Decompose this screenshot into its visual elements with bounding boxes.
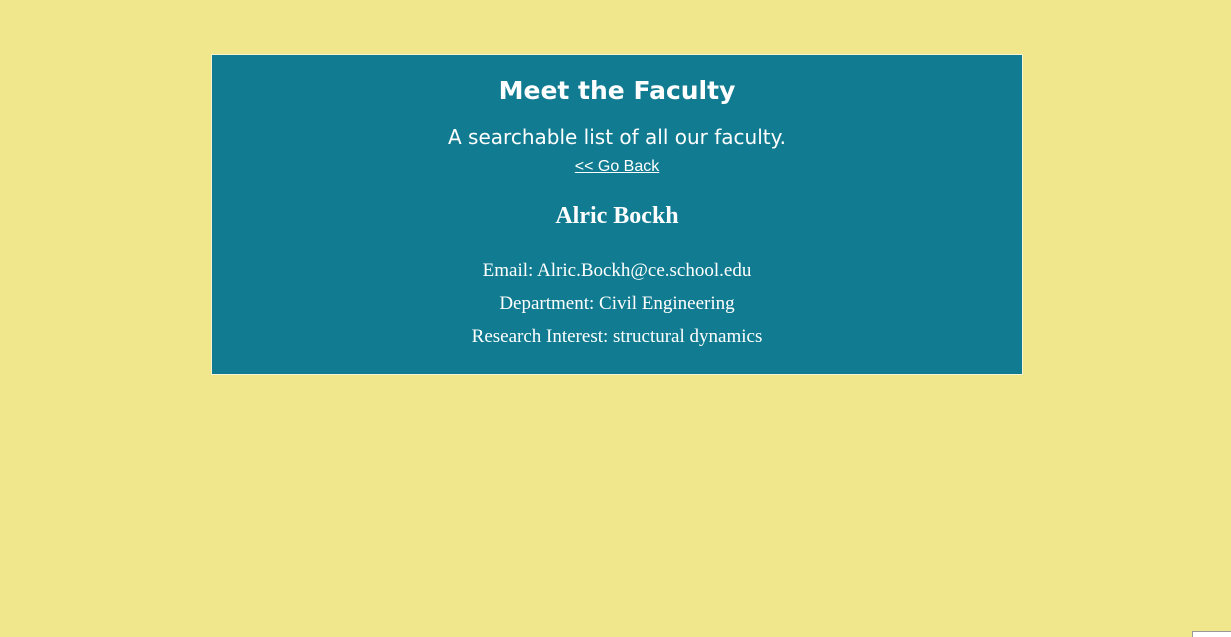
faculty-research-interest: Research Interest: structural dynamics <box>471 326 763 347</box>
faculty-name: Alric Bockh <box>555 203 679 229</box>
page-title: Meet the Faculty <box>498 76 736 105</box>
faculty-department: Department: Civil Engineering <box>499 293 735 314</box>
back-link-container: << Go Back <box>212 157 1022 177</box>
faculty-card: Meet the Faculty A searchable list of al… <box>212 55 1022 374</box>
page-subtitle: A searchable list of all our faculty. <box>448 125 786 149</box>
faculty-email: Email: Alric.Bockh@ce.school.edu <box>482 260 752 281</box>
corner-widget[interactable] <box>1192 631 1231 637</box>
go-back-link[interactable]: << Go Back <box>575 158 660 175</box>
